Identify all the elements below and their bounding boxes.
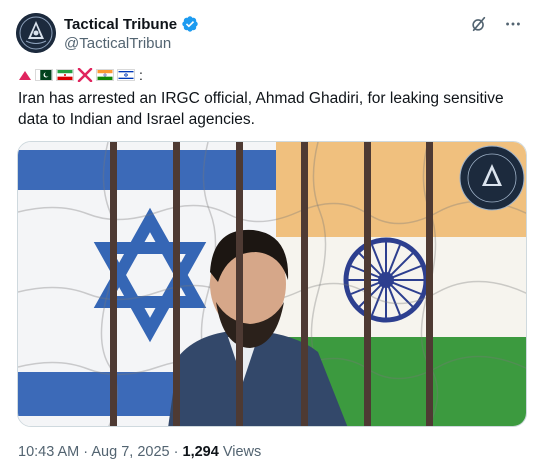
more-icon[interactable] (503, 14, 523, 34)
post-media-image[interactable] (17, 141, 527, 427)
flag-line-colon: : (139, 67, 143, 83)
red-triangle-icon (19, 71, 31, 80)
avatar[interactable] (16, 13, 56, 53)
israel-flag-icon (117, 69, 135, 81)
post-meta: 10:43 AM · Aug 7, 2025 · 1,294 Views (18, 444, 261, 460)
post-author: Tactical Tribune @TacticalTribun (64, 14, 199, 52)
author-display-name[interactable]: Tactical Tribune (64, 16, 177, 33)
author-handle[interactable]: @TacticalTribun (64, 35, 199, 52)
meta-separator: · (173, 444, 179, 460)
post-text: Iran has arrested an IRGC official, Ahma… (18, 90, 504, 128)
views-count: 1,294 (182, 444, 219, 460)
grok-icon[interactable] (469, 14, 489, 34)
verified-badge-icon (182, 16, 198, 32)
flag-emoji-line: : (18, 66, 143, 84)
post-actions-top (469, 14, 523, 34)
india-flag-icon (96, 69, 114, 81)
tactical-tribune-logo (16, 13, 56, 53)
pakistan-flag-icon (35, 69, 53, 81)
post-time[interactable]: 10:43 AM (18, 444, 79, 460)
post-date[interactable]: Aug 7, 2025 (91, 444, 169, 460)
meta-separator: · (83, 444, 89, 460)
views-label: Views (222, 444, 262, 460)
cross-mark-icon (77, 68, 93, 82)
iran-flag-icon (56, 69, 74, 81)
